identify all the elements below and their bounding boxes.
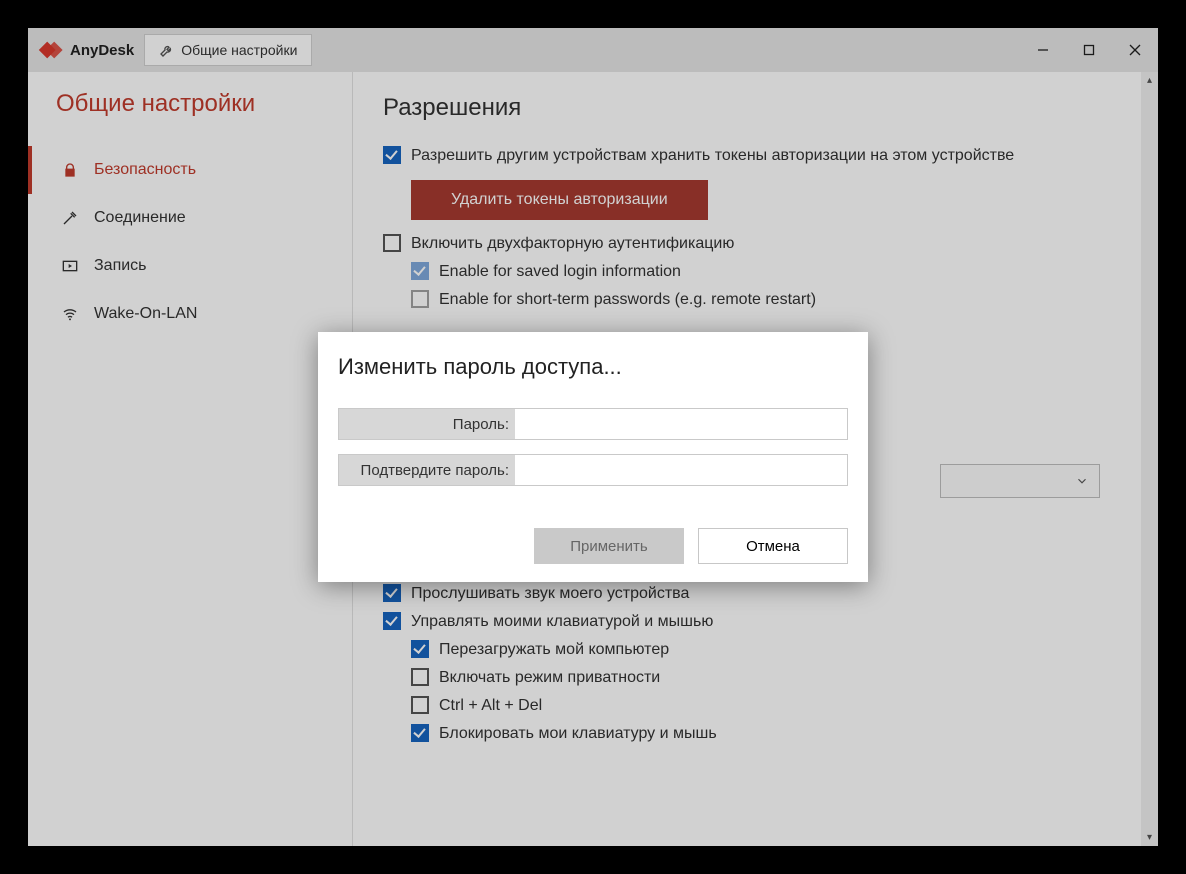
titlebar-tab[interactable]: Общие настройки	[144, 34, 312, 66]
checkbox-2fa-saved	[411, 262, 429, 280]
tab-label: Общие настройки	[181, 42, 297, 58]
dropdown[interactable]	[940, 464, 1100, 498]
connection-icon	[60, 208, 80, 228]
sidebar: Общие настройки Безопасность Соединение …	[28, 72, 353, 846]
sidebar-item-connection[interactable]: Соединение	[28, 194, 352, 242]
sidebar-item-label: Запись	[94, 257, 147, 275]
app-name: AnyDesk	[70, 42, 134, 59]
label-perm-privacy: Включать режим приватности	[439, 668, 660, 688]
sidebar-title: Общие настройки	[28, 90, 352, 146]
sidebar-item-label: Соединение	[94, 209, 186, 227]
cancel-button[interactable]: Отмена	[698, 528, 848, 564]
confirm-password-input[interactable]	[515, 455, 847, 485]
checkbox-two-factor[interactable]	[383, 234, 401, 252]
wrench-icon	[159, 42, 175, 58]
sidebar-item-security[interactable]: Безопасность	[28, 146, 352, 194]
window-controls	[1020, 28, 1158, 72]
sidebar-item-label: Безопасность	[94, 161, 196, 179]
label-perm-block: Блокировать мои клавиатуру и мышь	[439, 724, 717, 744]
password-input[interactable]	[515, 409, 847, 439]
sidebar-item-wol[interactable]: Wake-On-LAN	[28, 290, 352, 338]
label-2fa-saved: Enable for saved login information	[439, 262, 681, 282]
delete-tokens-button[interactable]: Удалить токены авторизации	[411, 180, 708, 220]
label-two-factor: Включить двухфакторную аутентификацию	[411, 234, 734, 254]
password-label: Пароль:	[339, 409, 515, 439]
confirm-password-label: Подтвердите пароль:	[339, 455, 515, 485]
checkbox-2fa-short	[411, 290, 429, 308]
label-allow-tokens: Разрешить другим устройствам хранить ток…	[411, 146, 1014, 166]
checkbox-perm-cad[interactable]	[411, 696, 429, 714]
label-2fa-short: Enable for short-term passwords (e.g. re…	[439, 290, 816, 310]
chevron-down-icon	[1075, 474, 1089, 488]
minimize-button[interactable]	[1020, 28, 1066, 72]
checkbox-perm-audio[interactable]	[383, 584, 401, 602]
checkbox-perm-restart[interactable]	[411, 640, 429, 658]
dialog-title: Изменить пароль доступа...	[338, 354, 848, 380]
password-field-row: Пароль:	[338, 408, 848, 440]
label-perm-audio: Прослушивать звук моего устройства	[411, 584, 689, 604]
label-perm-control: Управлять моими клавиатурой и мышью	[411, 612, 713, 632]
sidebar-item-record[interactable]: Запись	[28, 242, 352, 290]
label-perm-restart: Перезагружать мой компьютер	[439, 640, 669, 660]
anydesk-logo-icon	[36, 36, 64, 64]
checkbox-allow-tokens[interactable]	[383, 146, 401, 164]
close-button[interactable]	[1112, 28, 1158, 72]
section-title: Разрешения	[383, 94, 1128, 122]
record-icon	[60, 256, 80, 276]
label-perm-cad: Ctrl + Alt + Del	[439, 696, 542, 716]
scroll-down-icon[interactable]: ▾	[1141, 829, 1158, 846]
maximize-button[interactable]	[1066, 28, 1112, 72]
wifi-icon	[60, 304, 80, 324]
scroll-up-icon[interactable]: ▴	[1141, 72, 1158, 89]
lock-icon	[60, 160, 80, 180]
apply-button[interactable]: Применить	[534, 528, 684, 564]
change-password-dialog: Изменить пароль доступа... Пароль: Подтв…	[318, 332, 868, 582]
outer-scrollbar[interactable]: ▴ ▾	[1141, 72, 1158, 846]
checkbox-perm-control[interactable]	[383, 612, 401, 630]
confirm-field-row: Подтвердите пароль:	[338, 454, 848, 486]
checkbox-perm-block[interactable]	[411, 724, 429, 742]
checkbox-perm-privacy[interactable]	[411, 668, 429, 686]
sidebar-item-label: Wake-On-LAN	[94, 305, 197, 323]
titlebar: AnyDesk Общие настройки	[28, 28, 1158, 72]
